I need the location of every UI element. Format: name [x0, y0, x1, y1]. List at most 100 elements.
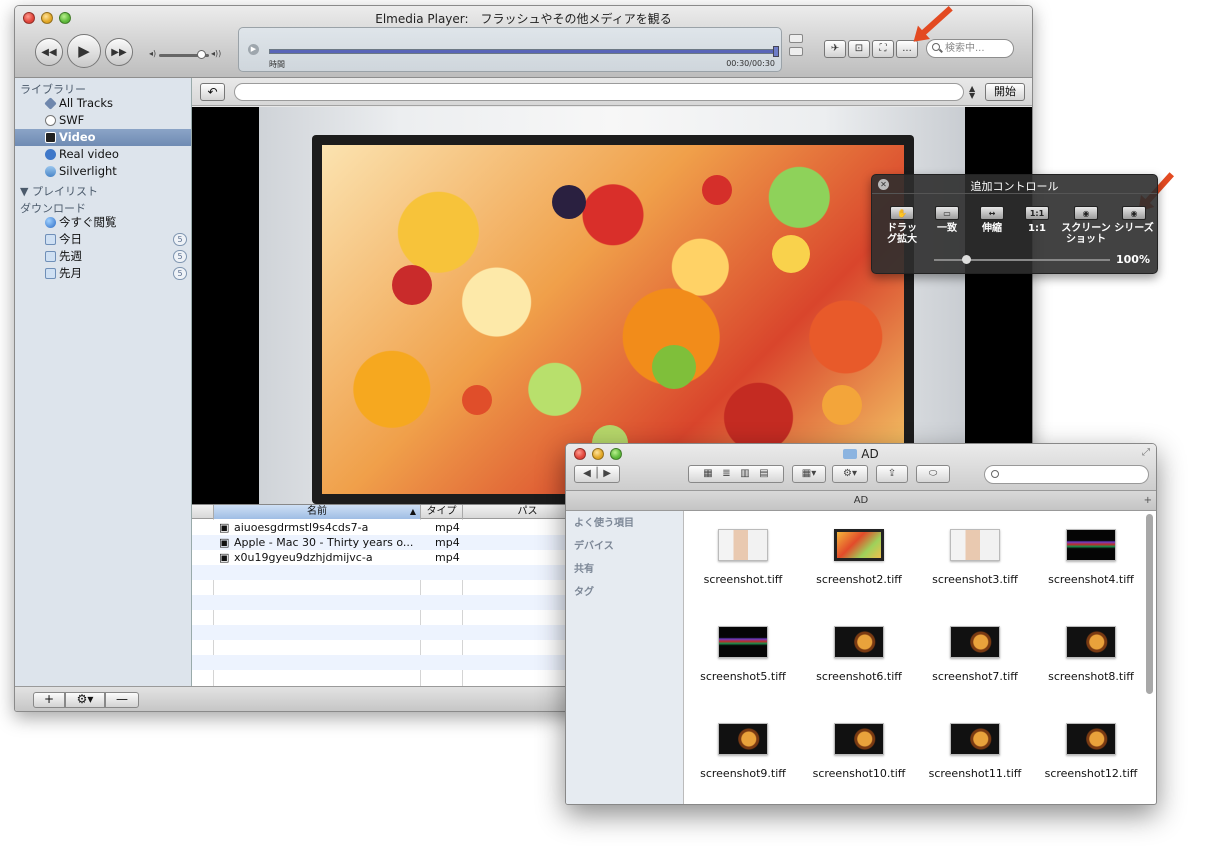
share-button[interactable]: ⇪: [876, 465, 908, 483]
play-button[interactable]: ▶: [67, 34, 101, 68]
flash-icon: [45, 115, 56, 126]
finder-title-text: AD: [861, 447, 879, 461]
column-type[interactable]: タイプ: [421, 505, 463, 519]
fullscreen-button[interactable]: ⛶: [872, 40, 894, 58]
file-item[interactable]: screenshot5.tiff: [685, 626, 801, 683]
add-button[interactable]: +: [33, 692, 65, 708]
file-item[interactable]: screenshot12.tiff: [1033, 723, 1149, 780]
sidebar-item-last-month[interactable]: 先月 5: [15, 265, 191, 282]
real-icon: [45, 149, 56, 160]
count-badge: 5: [173, 250, 187, 263]
file-thumbnail: [834, 529, 884, 561]
back-arrow-icon: ↶: [207, 85, 218, 99]
rewind-button[interactable]: ◀◀: [35, 38, 63, 66]
fit-window-button[interactable]: ⊡: [848, 40, 870, 58]
folder-icon: [45, 234, 56, 245]
sidebar-section-devices[interactable]: デバイス: [566, 534, 683, 557]
finder-search-input[interactable]: [984, 465, 1149, 484]
finder-tab[interactable]: AD: [566, 491, 1156, 511]
fit-button[interactable]: ▭ 一致: [930, 206, 964, 234]
file-item[interactable]: screenshot.tiff: [685, 529, 801, 586]
search-field[interactable]: 検索中...: [926, 39, 1014, 58]
sidebar-section-shared[interactable]: 共有: [566, 557, 683, 580]
sidebar-item-swf[interactable]: SWF: [15, 112, 191, 129]
play-status-icon: ▶: [248, 44, 259, 55]
fast-forward-button[interactable]: ▶▶: [105, 38, 133, 66]
finder-scrollbar[interactable]: [1146, 514, 1153, 694]
sidebar-section-favorites[interactable]: よく使う項目: [566, 511, 683, 534]
fullscreen-icon[interactable]: ⤢: [1142, 447, 1150, 458]
file-item[interactable]: screenshot10.tiff: [801, 723, 917, 780]
stretch-button[interactable]: ↔ 伸縮: [972, 206, 1012, 234]
volume-slider[interactable]: ◂) ◂)): [149, 49, 229, 61]
sidebar-item-video[interactable]: Video: [15, 129, 191, 146]
progress-fill: [270, 46, 779, 57]
go-button[interactable]: 開始: [985, 83, 1025, 101]
sidebar-item-browse-now[interactable]: 今すぐ閲覧: [15, 214, 191, 231]
file-item[interactable]: screenshot6.tiff: [801, 626, 917, 683]
file-name: screenshot10.tiff: [812, 767, 906, 780]
column-name[interactable]: 名前 ▲: [214, 505, 421, 519]
airplay-icon[interactable]: [789, 47, 803, 56]
screen-icon[interactable]: [789, 34, 803, 43]
url-input[interactable]: [234, 83, 964, 101]
file-item[interactable]: screenshot11.tiff: [917, 723, 1033, 780]
zoom-slider[interactable]: [934, 255, 1110, 264]
search-icon: [932, 43, 940, 51]
gear-icon: ⚙▾: [76, 692, 94, 706]
action-button[interactable]: ⚙▾: [832, 465, 868, 483]
view-mode-buttons[interactable]: ▦ ≣ ▥ ▤: [688, 465, 784, 483]
file-name: x0u19gyeu9dzhjdmijvc-a: [234, 551, 373, 564]
file-name: screenshot2.tiff: [816, 573, 902, 586]
file-thumbnail: [1066, 723, 1116, 755]
file-thumbnail: [950, 626, 1000, 658]
back-forward-buttons[interactable]: ◀ │ ▶: [574, 465, 620, 483]
volume-knob[interactable]: [197, 50, 206, 59]
arrange-button[interactable]: ▦▾: [792, 465, 826, 483]
new-tab-icon[interactable]: +: [1144, 495, 1152, 506]
sidebar-section-tags[interactable]: タグ: [566, 580, 683, 603]
fullscreen-icon: ⛶: [879, 43, 887, 54]
one-to-one-icon: 1:1: [1025, 206, 1049, 220]
playlist-header[interactable]: ▼ プレイリスト: [15, 180, 191, 198]
file-item[interactable]: screenshot4.tiff: [1033, 529, 1149, 586]
download-header: ダウンロード: [20, 202, 86, 215]
file-item[interactable]: screenshot2.tiff: [801, 529, 917, 586]
drag-zoom-button[interactable]: ✋ ドラッグ拡大: [886, 206, 918, 245]
finder-title: AD: [566, 447, 1156, 461]
sidebar-item-real-video[interactable]: Real video: [15, 146, 191, 163]
pin-button[interactable]: ✈: [824, 40, 846, 58]
back-button[interactable]: ↶: [200, 83, 225, 101]
remove-button[interactable]: —: [105, 692, 139, 708]
file-item[interactable]: screenshot7.tiff: [917, 626, 1033, 683]
file-type: mp4: [435, 521, 460, 534]
screenshot-button[interactable]: ◉ スクリーンショット: [1058, 206, 1114, 245]
button-label: シリーズ: [1114, 223, 1154, 234]
button-label: 伸縮: [982, 223, 1002, 234]
icon-view-icon: ▦: [703, 468, 713, 479]
file-item[interactable]: screenshot9.tiff: [685, 723, 801, 780]
sidebar-item-silverlight[interactable]: Silverlight: [15, 163, 191, 180]
sidebar-item-today[interactable]: 今日 5: [15, 231, 191, 248]
progress-thumb[interactable]: [773, 46, 779, 57]
progress-bar[interactable]: [269, 46, 779, 57]
series-button[interactable]: ◉ シリーズ: [1114, 206, 1154, 234]
sidebar-item-last-week[interactable]: 先週 5: [15, 248, 191, 265]
file-thumbnail: [834, 723, 884, 755]
file-item[interactable]: screenshot8.tiff: [1033, 626, 1149, 683]
finder-sidebar: よく使う項目 デバイス 共有 タグ: [566, 511, 684, 804]
file-thumbnail: [718, 626, 768, 658]
minus-icon: —: [116, 692, 128, 706]
action-menu-button[interactable]: ⚙▾: [65, 692, 105, 708]
sort-ascending-icon: ▲: [409, 507, 416, 516]
file-item[interactable]: screenshot3.tiff: [917, 529, 1033, 586]
sidebar-item-all-tracks[interactable]: All Tracks: [15, 95, 191, 112]
zoom-slider-knob[interactable]: [962, 255, 971, 264]
url-stepper-icon[interactable]: ▲ ▼: [969, 85, 975, 100]
file-name: screenshot.tiff: [703, 573, 783, 586]
file-name: screenshot6.tiff: [816, 670, 902, 683]
one-to-one-button[interactable]: 1:1 1:1: [1020, 206, 1054, 234]
stretch-icon: ↔: [980, 206, 1004, 220]
tag-button[interactable]: ⬭: [916, 465, 950, 483]
play-icon: ▶: [78, 42, 90, 60]
